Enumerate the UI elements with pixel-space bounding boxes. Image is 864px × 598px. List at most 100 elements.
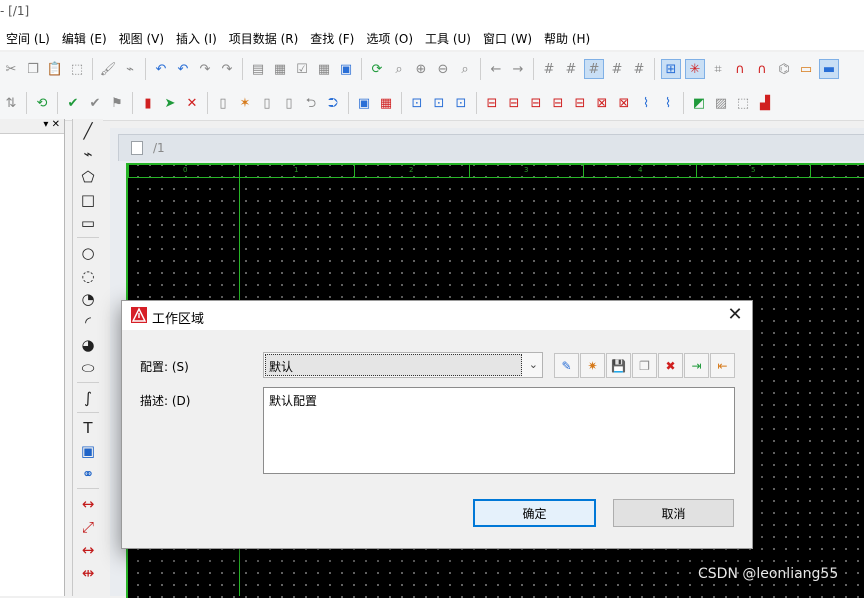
arc-2-icon[interactable]: ◜ (73, 310, 103, 333)
menu-item[interactable]: 查找 (F) (304, 30, 360, 47)
image-icon[interactable]: ▣ (73, 439, 103, 462)
snap-point-icon[interactable]: ✳ (685, 59, 705, 79)
menu-item[interactable]: 帮助 (H) (538, 30, 596, 47)
table-icon[interactable]: ▦ (315, 60, 333, 78)
crosshair-icon[interactable]: ⌗ (709, 60, 727, 78)
copy-config-icon[interactable]: ❐ (632, 353, 657, 378)
cable-2-icon[interactable]: ⌇ (659, 94, 677, 112)
hatch-icon[interactable]: ▨ (712, 94, 730, 112)
cancel-button[interactable]: 取消 (613, 499, 734, 527)
brush-icon[interactable]: ⌁ (121, 60, 139, 78)
format-painter-icon[interactable]: 🖌 (99, 60, 117, 78)
dimension-chain-icon[interactable]: ↔ (73, 538, 103, 561)
edit-icon[interactable]: ✎ (554, 353, 579, 378)
delete-selection-icon[interactable]: ⬚ (68, 60, 86, 78)
ok-button[interactable]: 确定 (473, 499, 596, 527)
delete-icon[interactable]: ✖ (658, 353, 683, 378)
macro-icon[interactable]: ▦ (377, 94, 395, 112)
menu-item[interactable]: 项目数据 (R) (223, 30, 305, 47)
page-edit-icon[interactable]: ▯ (280, 94, 298, 112)
zoom-window-icon[interactable]: ⌕ (390, 60, 408, 78)
menu-item[interactable]: 工具 (U) (419, 30, 477, 47)
menu-item[interactable]: 窗口 (W) (477, 30, 538, 47)
zoom-out-icon[interactable]: ⊖ (434, 60, 452, 78)
paste-icon[interactable]: 📋 (46, 60, 64, 78)
navigator-panel[interactable]: ▾ ✕ (0, 119, 65, 596)
page-back-icon[interactable]: ⮌ (302, 94, 320, 112)
dimension-aligned-icon[interactable]: ⤢ (73, 515, 103, 538)
chart-icon[interactable]: ▟ (756, 94, 774, 112)
menu-item[interactable]: 插入 (I) (170, 30, 223, 47)
insert-box-icon[interactable]: ▣ (355, 94, 373, 112)
symbol-icon[interactable]: ⊡ (408, 94, 426, 112)
undo-list-icon[interactable]: ↶ (174, 60, 192, 78)
counter-128-icon[interactable]: ▭ (797, 60, 815, 78)
terminal-2-icon[interactable]: ⊟ (505, 94, 523, 112)
circle-3p-icon[interactable]: ◌ (73, 264, 103, 287)
redo-icon[interactable]: ↷ (196, 60, 214, 78)
screen-icon[interactable]: ▣ (337, 60, 355, 78)
sync-icon[interactable]: ⟲ (33, 94, 51, 112)
grid-d-icon[interactable]: # (608, 60, 626, 78)
copy-icon[interactable]: ❐ (24, 60, 42, 78)
box-text-icon[interactable]: ▭ (73, 211, 103, 234)
document-tab[interactable]: /1 (118, 134, 864, 161)
connect-icon[interactable]: ⌬ (775, 60, 793, 78)
grid-c-icon[interactable]: # (584, 59, 604, 79)
ellipse-icon[interactable]: ⬭ (73, 356, 103, 379)
plug-2-icon[interactable]: ⊠ (615, 94, 633, 112)
terminal-5-icon[interactable]: ⊟ (571, 94, 589, 112)
forward-icon[interactable]: → (509, 60, 527, 78)
arc-icon[interactable]: ◔ (73, 287, 103, 310)
minus-icon[interactable]: ▬ (819, 59, 839, 79)
cut-icon[interactable]: ✂ (2, 60, 20, 78)
polygon-icon[interactable]: ⬠ (73, 165, 103, 188)
terminal-3-icon[interactable]: ⊟ (527, 94, 545, 112)
magnet-icon[interactable]: ∩ (731, 60, 749, 78)
magnet-grid-icon[interactable]: ∩ (753, 60, 771, 78)
plug-icon[interactable]: ⊠ (593, 94, 611, 112)
grid-b-icon[interactable]: # (562, 60, 580, 78)
new-page-icon[interactable]: ▯ (214, 94, 232, 112)
check-partial-icon[interactable]: ✔ (86, 94, 104, 112)
sector-icon[interactable]: ◕ (73, 333, 103, 356)
page-props-icon[interactable]: ▯ (258, 94, 276, 112)
goto-icon[interactable]: ➤ (161, 94, 179, 112)
back-icon[interactable]: ← (487, 60, 505, 78)
menu-item[interactable]: 选项 (O) (360, 30, 419, 47)
redo-list-icon[interactable]: ↷ (218, 60, 236, 78)
menu-item[interactable]: 视图 (V) (113, 30, 170, 47)
align-icon[interactable]: ⇅ (2, 94, 20, 112)
check-page-icon[interactable]: ☑ (293, 60, 311, 78)
symbol-3-icon[interactable]: ⊡ (452, 94, 470, 112)
refresh-icon[interactable]: ⟳ (368, 60, 386, 78)
dimension-baseline-icon[interactable]: ⇹ (73, 561, 103, 584)
terminal-icon[interactable]: ⊟ (483, 94, 501, 112)
zoom-in-icon[interactable]: ⊕ (412, 60, 430, 78)
chevron-down-icon[interactable]: ⌄ (529, 358, 538, 371)
text-icon[interactable]: T (73, 416, 103, 439)
export-icon[interactable]: ⇤ (710, 353, 735, 378)
circle-icon[interactable]: ○ (73, 241, 103, 264)
page-layout-icon[interactable]: ▤ (249, 60, 267, 78)
new-icon[interactable]: ✷ (580, 353, 605, 378)
report-icon[interactable]: ▮ (139, 94, 157, 112)
dimension-icon[interactable]: ↔ (73, 492, 103, 515)
dotted-box-icon[interactable]: ⬚ (734, 94, 752, 112)
description-field[interactable]: 默认配置 (263, 387, 735, 474)
check-project-icon[interactable]: ✔ (64, 94, 82, 112)
import-icon[interactable]: ⇥ (684, 353, 709, 378)
grid-a-icon[interactable]: # (540, 60, 558, 78)
undo-icon[interactable]: ↶ (152, 60, 170, 78)
polyline-icon[interactable]: ⌁ (73, 142, 103, 165)
rectangle-icon[interactable]: □ (73, 188, 103, 211)
menu-item[interactable]: 编辑 (E) (56, 30, 113, 47)
flag-icon[interactable]: ⚑ (108, 94, 126, 112)
close-icon[interactable]: ✕ (724, 305, 746, 325)
line-icon[interactable]: ╱ (73, 119, 103, 142)
snap-grid-icon[interactable]: ⊞ (661, 59, 681, 79)
cable-icon[interactable]: ⌇ (637, 94, 655, 112)
graphic-icon[interactable]: ◩ (690, 94, 708, 112)
grid-e-icon[interactable]: # (630, 60, 648, 78)
zoom-100-icon[interactable]: ⌕ (456, 60, 474, 78)
